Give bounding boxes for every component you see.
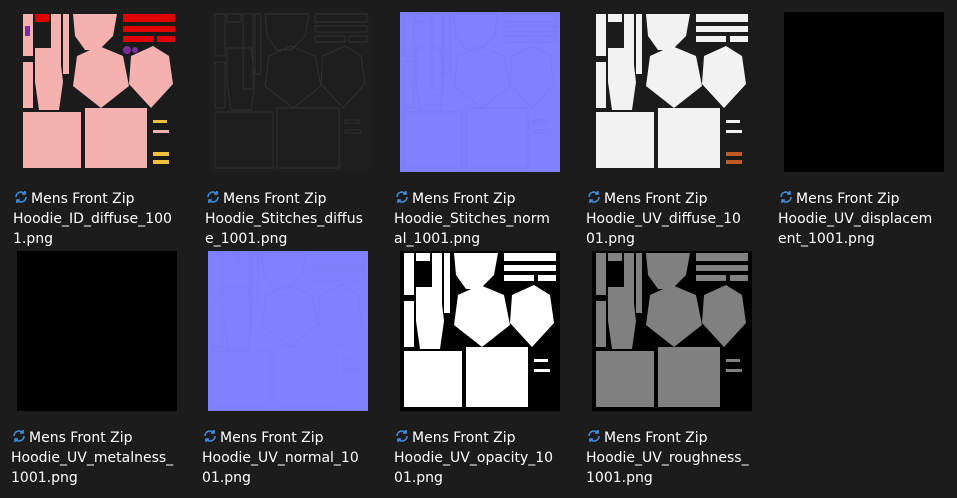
file-name: Mens Front Zip Hoodie_Stitches_diffus e_… [205,191,363,247]
file-name: Mens Front Zip Hoodie_ID_diffuse_100 1.p… [13,191,172,247]
file-tile[interactable]: Mens Front Zip Hoodie_Stitches_diffus e_… [205,12,396,247]
file-tile[interactable]: Mens Front Zip Hoodie_ID_diffuse_100 1.p… [13,12,204,247]
file-tile[interactable]: Mens Front Zip Hoodie_UV_metalness_ 1001… [11,251,202,486]
file-name: Mens Front Zip Hoodie_UV_diffuse_10 01.p… [586,191,741,247]
thumbnail-uv-displacement [784,12,944,172]
file-tile[interactable]: Mens Front Zip Hoodie_UV_roughness_ 1001… [586,251,777,486]
file-tile[interactable]: Mens Front Zip Hoodie_UV_displacem ent_1… [778,12,957,247]
file-name: Mens Front Zip Hoodie_UV_normal_10 01.pn… [202,430,359,486]
thumbnail-uv-opacity [400,251,560,411]
file-name: Mens Front Zip Hoodie_UV_displacem ent_1… [778,191,933,247]
sync-icon [204,430,216,442]
file-name: Mens Front Zip Hoodie_UV_opacity_10 01.p… [394,430,554,486]
thumbnail-uv-diffuse [592,12,752,172]
sync-icon [396,430,408,442]
file-name: Mens Front Zip Hoodie_UV_metalness_ 1001… [11,430,174,486]
sync-icon [780,191,792,203]
thumbnail-stitches-diffuse [211,12,371,172]
file-name: Mens Front Zip Hoodie_UV_roughness_ 1001… [586,430,749,486]
thumbnail-uv-normal [208,251,368,411]
sync-icon [588,191,600,203]
sync-icon [13,430,25,442]
sync-icon [396,191,408,203]
thumbnail-stitches-normal [400,12,560,172]
thumbnail-id-diffuse [19,12,179,172]
file-tile[interactable]: Mens Front Zip Hoodie_UV_opacity_10 01.p… [394,251,585,486]
file-tile[interactable]: Mens Front Zip Hoodie_UV_normal_10 01.pn… [202,251,393,486]
thumbnail-uv-metalness [17,251,177,411]
sync-icon [15,191,27,203]
sync-icon [588,430,600,442]
file-tile[interactable]: Mens Front Zip Hoodie_Stitches_norm al_1… [394,12,585,247]
file-name: Mens Front Zip Hoodie_Stitches_norm al_1… [394,191,550,247]
file-tile[interactable]: Mens Front Zip Hoodie_UV_diffuse_10 01.p… [586,12,777,247]
thumbnail-uv-roughness [592,251,752,411]
sync-icon [207,191,219,203]
